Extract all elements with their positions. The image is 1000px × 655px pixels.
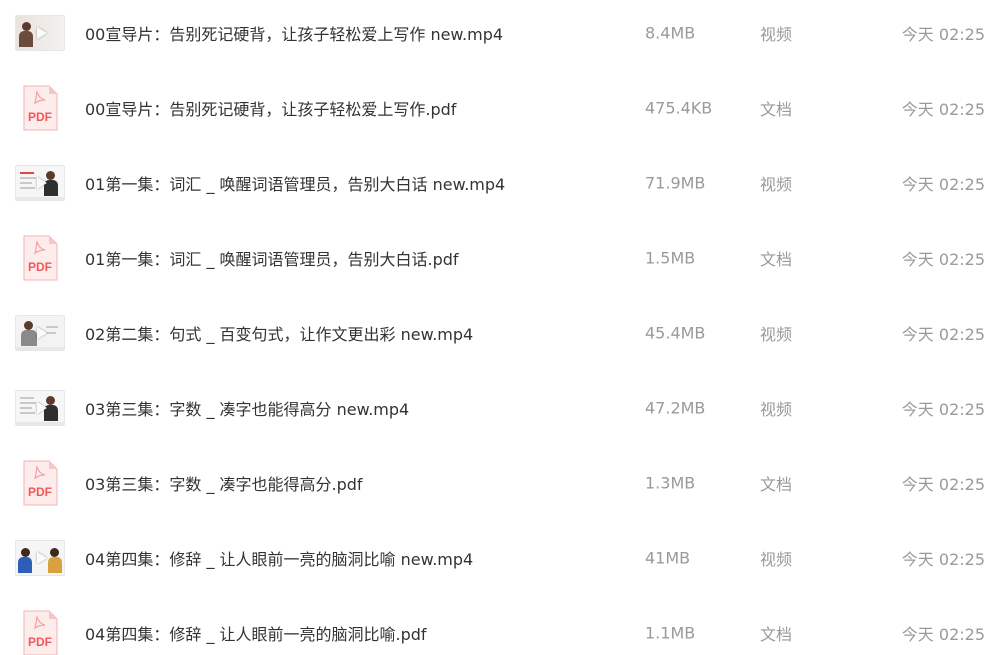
file-time: 今天 02:25 — [901, 249, 985, 269]
pdf-label: PDF — [28, 635, 52, 649]
file-type: 文档 — [760, 99, 793, 119]
pdf-label: PDF — [28, 485, 52, 499]
file-type: 视频 — [760, 24, 793, 44]
file-row[interactable]: PDF 03第三集：字数 _ 凑字也能得高分.pdf 1.3MB 文档 今天 0… — [0, 445, 1000, 520]
file-row[interactable]: PDF 00宣导片：告别死记硬背，让孩子轻松爱上写作.pdf 475.4KB 文… — [0, 70, 1000, 145]
file-type: 文档 — [760, 249, 793, 269]
file-type: 视频 — [760, 174, 793, 194]
file-size: 1.5MB — [645, 248, 696, 267]
file-time: 今天 02:25 — [901, 624, 985, 644]
file-size: 475.4KB — [645, 98, 713, 117]
pdf-label: PDF — [28, 110, 52, 124]
pdf-label: PDF — [28, 260, 52, 274]
file-time: 今天 02:25 — [901, 549, 985, 569]
file-time: 今天 02:25 — [901, 399, 985, 419]
video-thumbnail-icon — [15, 164, 65, 201]
pdf-icon: PDF — [21, 609, 59, 655]
file-type: 文档 — [760, 474, 793, 494]
file-size: 47.2MB — [645, 398, 706, 417]
file-name[interactable]: 03第三集：字数 _ 凑字也能得高分 new.mp4 — [85, 396, 409, 420]
file-name[interactable]: 04第四集：修辞 _ 让人眼前一亮的脑洞比喻 new.mp4 — [85, 546, 473, 570]
file-name[interactable]: 00宣导片：告别死记硬背，让孩子轻松爱上写作 new.mp4 — [85, 21, 503, 45]
file-row[interactable]: 02第二集：句式 _ 百变句式，让作文更出彩 new.mp4 45.4MB 视频… — [0, 295, 1000, 370]
file-size: 8.4MB — [645, 23, 696, 42]
file-type: 文档 — [760, 624, 793, 644]
file-row[interactable]: PDF 01第一集：词汇 _ 唤醒词语管理员，告别大白话.pdf 1.5MB 文… — [0, 220, 1000, 295]
file-row[interactable]: 04第四集：修辞 _ 让人眼前一亮的脑洞比喻 new.mp4 41MB 视频 今… — [0, 520, 1000, 595]
video-thumbnail-icon — [15, 314, 65, 351]
video-thumbnail-icon — [15, 389, 65, 426]
file-name[interactable]: 04第四集：修辞 _ 让人眼前一亮的脑洞比喻.pdf — [85, 621, 427, 645]
file-name[interactable]: 02第二集：句式 _ 百变句式，让作文更出彩 new.mp4 — [85, 321, 473, 345]
pdf-icon: PDF — [21, 459, 59, 507]
file-name[interactable]: 00宣导片：告别死记硬背，让孩子轻松爱上写作.pdf — [85, 96, 456, 120]
file-row[interactable]: 03第三集：字数 _ 凑字也能得高分 new.mp4 47.2MB 视频 今天 … — [0, 370, 1000, 445]
file-list: 00宣导片：告别死记硬背，让孩子轻松爱上写作 new.mp4 8.4MB 视频 … — [0, 0, 1000, 655]
video-thumbnail-icon — [15, 14, 65, 51]
file-name[interactable]: 03第三集：字数 _ 凑字也能得高分.pdf — [85, 471, 363, 495]
pdf-icon: PDF — [21, 234, 59, 282]
file-size: 41MB — [645, 548, 691, 567]
file-name[interactable]: 01第一集：词汇 _ 唤醒词语管理员，告别大白话.pdf — [85, 246, 459, 270]
file-row[interactable]: 00宣导片：告别死记硬背，让孩子轻松爱上写作 new.mp4 8.4MB 视频 … — [0, 0, 1000, 70]
pdf-icon: PDF — [21, 84, 59, 132]
play-icon — [37, 551, 47, 564]
file-type: 视频 — [760, 549, 793, 569]
file-time: 今天 02:25 — [901, 99, 985, 119]
file-row[interactable]: 01第一集：词汇 _ 唤醒词语管理员，告别大白话 new.mp4 71.9MB … — [0, 145, 1000, 220]
file-time: 今天 02:25 — [901, 324, 985, 344]
video-thumbnail-icon — [15, 539, 65, 576]
file-size: 1.3MB — [645, 473, 696, 492]
file-type: 视频 — [760, 399, 793, 419]
play-icon — [37, 401, 47, 414]
file-row[interactable]: PDF 04第四集：修辞 _ 让人眼前一亮的脑洞比喻.pdf 1.1MB 文档 … — [0, 595, 1000, 655]
file-size: 1.1MB — [645, 623, 696, 642]
file-type: 视频 — [760, 324, 793, 344]
play-icon — [37, 26, 47, 39]
file-time: 今天 02:25 — [901, 174, 985, 194]
file-size: 71.9MB — [645, 173, 706, 192]
file-time: 今天 02:25 — [901, 24, 985, 44]
file-name[interactable]: 01第一集：词汇 _ 唤醒词语管理员，告别大白话 new.mp4 — [85, 171, 505, 195]
file-time: 今天 02:25 — [901, 474, 985, 494]
play-icon — [37, 176, 47, 189]
file-size: 45.4MB — [645, 323, 706, 342]
play-icon — [37, 326, 47, 339]
